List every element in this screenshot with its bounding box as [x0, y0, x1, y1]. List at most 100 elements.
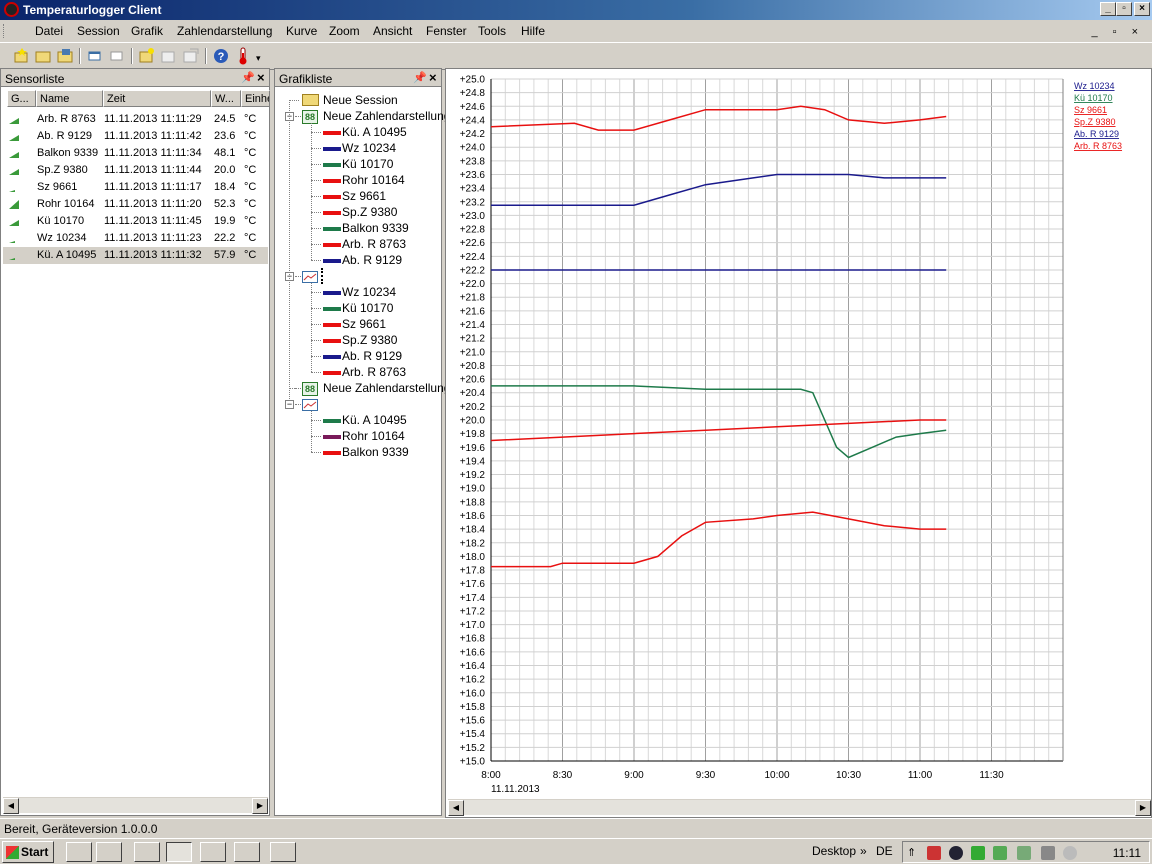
close-button[interactable]: ×	[1134, 2, 1150, 16]
tree-node-series[interactable]: Sz 9661	[342, 317, 386, 331]
toolbar-overflow-icon[interactable]: ▾	[256, 53, 261, 64]
table-row[interactable]: Wz 10234 11.11.2013 11:11:23 22.2 °C	[3, 230, 268, 247]
language-indicator[interactable]: DE	[876, 844, 893, 858]
scroll-right-button[interactable]: ▶	[1135, 800, 1151, 816]
tool-taskbar-icon[interactable]	[270, 842, 296, 862]
tree-node-series[interactable]: Arb. R 8763	[342, 365, 406, 379]
menu-hilfe[interactable]: Hilfe	[521, 24, 545, 38]
tree-node-series[interactable]: Kü 10170	[342, 157, 393, 171]
window-tile-icon[interactable]	[108, 47, 126, 65]
table-row[interactable]: Sp.Z 9380 11.11.2013 11:11:44 20.0 °C	[3, 162, 268, 179]
app-taskbar-icon[interactable]	[200, 842, 226, 862]
legend-entry[interactable]: Kü 10170	[1074, 93, 1113, 103]
column-header-signal[interactable]: G...	[7, 90, 36, 107]
menu-zoom[interactable]: Zoom	[329, 24, 360, 38]
tree-node-series[interactable]: Balkon 9339	[342, 221, 409, 235]
chart-settings-icon[interactable]	[182, 47, 200, 65]
tree-node-group[interactable]: Neue Zahlendarstellung	[323, 109, 450, 123]
menu-grafik[interactable]: Grafik	[131, 24, 163, 38]
tree-node-series[interactable]: Sz 9661	[342, 189, 386, 203]
column-header-name[interactable]: Name	[36, 90, 103, 107]
series-color-swatch	[323, 179, 341, 183]
tray-expand-icon[interactable]: ⇑	[907, 846, 921, 860]
menu-session[interactable]: Session	[77, 24, 120, 38]
tree-node-series[interactable]: Rohr 10164	[342, 173, 405, 187]
add-chart-icon[interactable]	[138, 47, 156, 65]
remove-chart-icon[interactable]	[160, 47, 178, 65]
menu-fenster[interactable]: Fenster	[426, 24, 467, 38]
temperature-chart[interactable]: +15.0 +15.2 +15.4 +15.6 +15.8 +16.0 +16.2 +16.4…	[446, 69, 1152, 819]
open-session-icon[interactable]	[34, 47, 52, 65]
tray-volume-icon[interactable]	[1063, 846, 1077, 860]
toolbar-expand-icon[interactable]: »	[860, 844, 867, 858]
mdi-window-controls[interactable]: _ ▫ ×	[1091, 26, 1144, 38]
column-header-time[interactable]: Zeit	[103, 90, 211, 107]
tree-node-series[interactable]: Rohr 10164	[342, 429, 405, 443]
tree-node-rename-cursor[interactable]	[321, 268, 323, 284]
y-tick-label: +20.0	[460, 416, 486, 427]
window-cascade-icon[interactable]	[86, 47, 104, 65]
pin-icon[interactable]: 📌	[241, 71, 255, 84]
legend-entry[interactable]: Sz 9661	[1074, 105, 1107, 115]
save-session-icon[interactable]	[56, 47, 74, 65]
tray-alert-icon[interactable]	[927, 846, 941, 860]
table-row[interactable]: Rohr 10164 11.11.2013 11:11:20 52.3 °C	[3, 196, 268, 213]
tree-node-series[interactable]: Ab. R 9129	[342, 253, 402, 267]
maximize-button[interactable]: ▫	[1116, 2, 1132, 16]
minimize-button[interactable]: _	[1100, 2, 1116, 16]
media-player-taskbar-icon[interactable]	[134, 842, 160, 862]
scroll-left-button[interactable]: ◀	[448, 800, 464, 816]
word-taskbar-icon[interactable]	[234, 842, 260, 862]
thermometer-icon[interactable]	[234, 47, 252, 65]
legend-entry[interactable]: Ab. R 9129	[1074, 129, 1119, 139]
tree-node-series[interactable]: Sp.Z 9380	[342, 205, 397, 219]
tree-node-session[interactable]: Neue Session	[323, 93, 398, 107]
tree-node-series[interactable]: Sp.Z 9380	[342, 333, 397, 347]
chart-horizontal-scrollbar[interactable]: ◀ ▶	[448, 799, 1151, 816]
tray-nvidia-icon[interactable]	[971, 846, 985, 860]
temperaturlogger-taskbar-icon[interactable]	[166, 842, 192, 862]
sensorlist-horizontal-scrollbar[interactable]: ◀ ▶	[3, 797, 268, 814]
table-row[interactable]: Ab. R 9129 11.11.2013 11:11:42 23.6 °C	[3, 128, 268, 145]
tree-node-series[interactable]: Ab. R 9129	[342, 349, 402, 363]
y-tick-label: +21.0	[460, 347, 486, 358]
menu-ansicht[interactable]: Ansicht	[373, 24, 412, 38]
help-icon[interactable]: ?	[212, 47, 230, 65]
table-row[interactable]: Kü. A 10495 11.11.2013 11:11:32 57.9 °C	[3, 247, 268, 264]
tree-node-series[interactable]: Wz 10234	[342, 141, 396, 155]
column-header-value[interactable]: W...	[211, 90, 241, 107]
tray-security-icon[interactable]	[949, 846, 963, 860]
new-session-icon[interactable]	[12, 47, 30, 65]
menu-zahlendarstellung[interactable]: Zahlendarstellung	[177, 24, 272, 38]
close-icon[interactable]: ×	[257, 70, 265, 85]
tree-node-series[interactable]: Arb. R 8763	[342, 237, 406, 251]
legend-entry[interactable]: Sp.Z 9380	[1074, 117, 1116, 127]
table-row[interactable]: Balkon 9339 11.11.2013 11:11:34 48.1 °C	[3, 145, 268, 162]
tree-collapse-icon[interactable]: −	[285, 400, 294, 409]
table-row[interactable]: Sz 9661 11.11.2013 11:11:17 18.4 °C	[3, 179, 268, 196]
tree-node-series[interactable]: Kü. A 10495	[342, 125, 407, 139]
explorer-taskbar-icon[interactable]	[66, 842, 92, 862]
tray-network-icon[interactable]	[993, 846, 1007, 860]
legend-entry[interactable]: Arb. R 8763	[1074, 141, 1122, 151]
tree-node-series[interactable]: Kü. A 10495	[342, 413, 407, 427]
table-row[interactable]: Kü 10170 11.11.2013 11:11:45 19.9 °C	[3, 213, 268, 230]
browser-taskbar-icon[interactable]	[96, 842, 122, 862]
table-row[interactable]: Arb. R 8763 11.11.2013 11:11:29 24.5 °C	[3, 111, 268, 128]
menu-kurve[interactable]: Kurve	[286, 24, 317, 38]
start-button[interactable]: Start	[2, 841, 54, 863]
scroll-left-button[interactable]: ◀	[3, 798, 19, 814]
legend-entry[interactable]: Wz 10234	[1074, 81, 1115, 91]
scroll-right-button[interactable]: ▶	[252, 798, 268, 814]
column-header-unit[interactable]: Einhe	[241, 90, 270, 107]
menu-tools[interactable]: Tools	[478, 24, 506, 38]
tray-network-disconnected-icon[interactable]	[1041, 846, 1055, 860]
taskbar-clock[interactable]: 11:11	[1113, 846, 1141, 860]
desktop-toolbar-label[interactable]: Desktop	[812, 844, 856, 858]
tree-node-series[interactable]: Wz 10234	[342, 285, 396, 299]
tree-node-series[interactable]: Kü 10170	[342, 301, 393, 315]
menu-datei[interactable]: Datei	[35, 24, 63, 38]
tree-node-series[interactable]: Balkon 9339	[342, 445, 409, 459]
tree-node-group[interactable]: Neue Zahlendarstellung	[323, 381, 450, 395]
tray-signal-icon[interactable]	[1017, 846, 1031, 860]
